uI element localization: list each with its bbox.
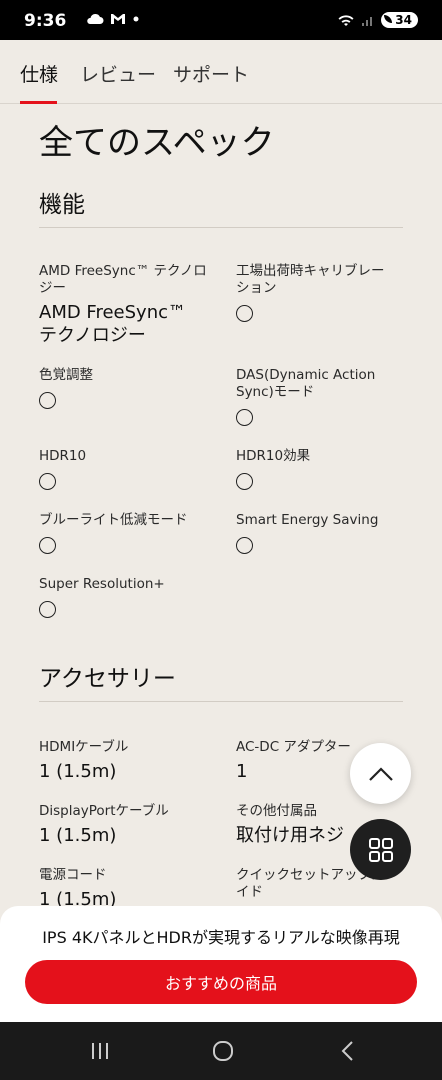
scroll-to-top-button[interactable] bbox=[350, 743, 411, 804]
cloud-icon bbox=[87, 13, 104, 24]
status-bar: 9:36 34 bbox=[0, 0, 442, 40]
back-icon bbox=[341, 1041, 353, 1061]
spec-label: DAS(Dynamic Action Sync)モード bbox=[236, 367, 376, 400]
unchecked-radio-icon bbox=[236, 305, 253, 322]
spec-label: 電源コード bbox=[39, 867, 107, 883]
page-title: 全てのスペック bbox=[39, 123, 275, 163]
tab-support[interactable]: サポート bbox=[173, 60, 249, 87]
spec-item: HDR10効果 bbox=[236, 448, 406, 490]
section-title-features: 機能 bbox=[39, 192, 85, 218]
status-time: 9:36 bbox=[24, 11, 67, 31]
recommended-products-button[interactable]: おすすめの商品 bbox=[25, 960, 417, 1004]
spec-value: AMD FreeSync™ テクノロジー bbox=[39, 302, 187, 346]
spec-label: ブルーライト低減モード bbox=[39, 512, 188, 528]
promo-card: IPS 4KパネルとHDRが実現するリアルな映像再現 おすすめの商品 bbox=[0, 906, 442, 1022]
spec-label: HDR10効果 bbox=[236, 448, 311, 464]
spec-label: HDR10 bbox=[39, 448, 87, 464]
tab-reviews[interactable]: レビュー bbox=[80, 60, 156, 87]
divider bbox=[39, 227, 403, 228]
spec-item: 電源コード 1 (1.5m) bbox=[39, 867, 209, 911]
battery-icon: 34 bbox=[381, 12, 418, 28]
tab-specs[interactable]: 仕様 bbox=[20, 60, 58, 87]
spec-item: Super Resolution+ bbox=[39, 576, 209, 618]
spec-label: 色覚調整 bbox=[39, 367, 93, 383]
gmail-icon bbox=[111, 14, 125, 24]
spec-label: DisplayPortケーブル bbox=[39, 803, 169, 819]
spec-label: AMD FreeSync™ テクノロジー bbox=[39, 263, 207, 296]
spec-label: Smart Energy Saving bbox=[236, 512, 379, 528]
unchecked-radio-icon bbox=[39, 537, 56, 554]
unchecked-radio-icon bbox=[236, 473, 253, 490]
recent-apps-icon bbox=[92, 1043, 108, 1059]
dot-icon bbox=[133, 16, 139, 22]
signal-icon bbox=[362, 17, 373, 26]
section-title-accessories: アクセサリー bbox=[39, 666, 176, 692]
spec-label: HDMIケーブル bbox=[39, 739, 129, 755]
divider bbox=[39, 701, 403, 702]
spec-label: 工場出荷時キャリブレーション bbox=[236, 263, 385, 296]
home-icon bbox=[213, 1041, 233, 1061]
spec-item: DisplayPortケーブル 1 (1.5m) bbox=[39, 803, 209, 847]
spec-item: DAS(Dynamic Action Sync)モード bbox=[236, 367, 386, 426]
menu-grid-button[interactable] bbox=[350, 819, 411, 880]
spec-item: HDR10 bbox=[39, 448, 209, 490]
spec-item: HDMIケーブル 1 (1.5m) bbox=[39, 739, 209, 783]
unchecked-radio-icon bbox=[236, 409, 253, 426]
promo-text: IPS 4KパネルとHDRが実現するリアルな映像再現 bbox=[42, 928, 400, 947]
tab-bar: 仕様 レビュー サポート bbox=[0, 40, 442, 104]
spec-item: AMD FreeSync™ テクノロジー AMD FreeSync™ テクノロジ… bbox=[39, 263, 209, 347]
unchecked-radio-icon bbox=[236, 537, 253, 554]
system-nav-bar bbox=[0, 1022, 442, 1080]
spec-value: 1 (1.5m) bbox=[39, 761, 117, 782]
back-button[interactable] bbox=[334, 1039, 360, 1063]
unchecked-radio-icon bbox=[39, 473, 56, 490]
spec-value: 1 (1.5m) bbox=[39, 825, 117, 846]
spec-item: 色覚調整 bbox=[39, 367, 209, 409]
recent-apps-button[interactable] bbox=[87, 1039, 113, 1063]
spec-item: Smart Energy Saving bbox=[236, 512, 406, 554]
unchecked-radio-icon bbox=[39, 601, 56, 618]
spec-item: ブルーライト低減モード bbox=[39, 512, 219, 554]
wifi-icon bbox=[338, 15, 354, 26]
chevron-up-icon bbox=[368, 766, 393, 781]
spec-label: その他付属品 bbox=[236, 803, 317, 819]
grid-icon bbox=[368, 837, 393, 862]
active-tab-indicator bbox=[20, 101, 57, 104]
spec-item: 工場出荷時キャリブレーション bbox=[236, 263, 396, 322]
unchecked-radio-icon bbox=[39, 392, 56, 409]
spec-label: Super Resolution+ bbox=[39, 576, 165, 592]
home-button[interactable] bbox=[210, 1039, 236, 1063]
